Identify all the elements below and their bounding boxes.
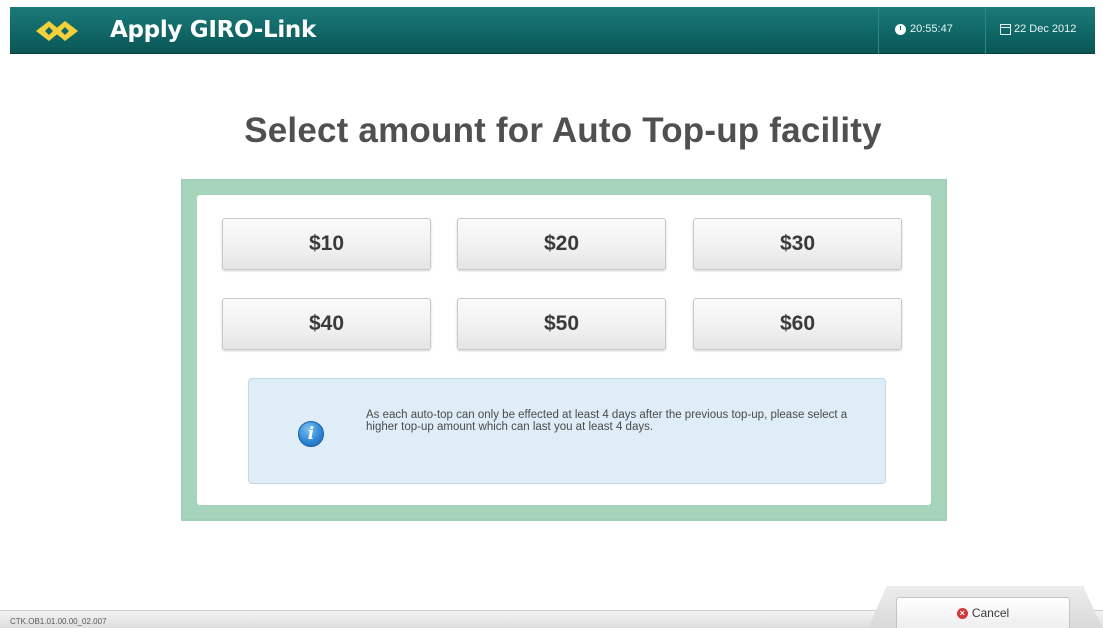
amount-button-40[interactable]: $40: [222, 298, 431, 350]
current-time: 20:55:47: [910, 23, 953, 35]
page-title: Select amount for Auto Top-up facility: [244, 111, 882, 150]
calendar-icon: [1000, 24, 1011, 35]
transitlink-logo-icon: [36, 21, 78, 41]
current-date: 22 Dec 2012: [1014, 23, 1077, 35]
header-divider: [878, 7, 879, 54]
header-divider: [985, 7, 986, 54]
amount-button-20[interactable]: $20: [457, 218, 666, 270]
header-bar: Apply GIRO-Link 20:55:47 22 Dec 2012: [10, 7, 1095, 54]
info-icon: i: [298, 421, 324, 447]
info-text: As each auto-top can only be effected at…: [366, 409, 848, 433]
amount-panel-inner: $10 $20 $30 $40 $50 $60 i As each auto-t…: [197, 195, 931, 505]
app-title: Apply GIRO-Link: [110, 17, 316, 43]
cancel-button[interactable]: × Cancel: [896, 597, 1070, 628]
close-icon: ×: [956, 607, 968, 619]
amount-button-50[interactable]: $50: [457, 298, 666, 350]
clock-icon: [895, 24, 906, 35]
info-box: i As each auto-top can only be effected …: [248, 378, 886, 484]
amount-panel: $10 $20 $30 $40 $50 $60 i As each auto-t…: [181, 179, 947, 521]
cancel-label: Cancel: [971, 606, 1010, 620]
amount-button-10[interactable]: $10: [222, 218, 431, 270]
amount-button-60[interactable]: $60: [693, 298, 902, 350]
terminal-code: CTK.OB1.01.00.00_02.007: [10, 617, 107, 626]
amount-button-30[interactable]: $30: [693, 218, 902, 270]
